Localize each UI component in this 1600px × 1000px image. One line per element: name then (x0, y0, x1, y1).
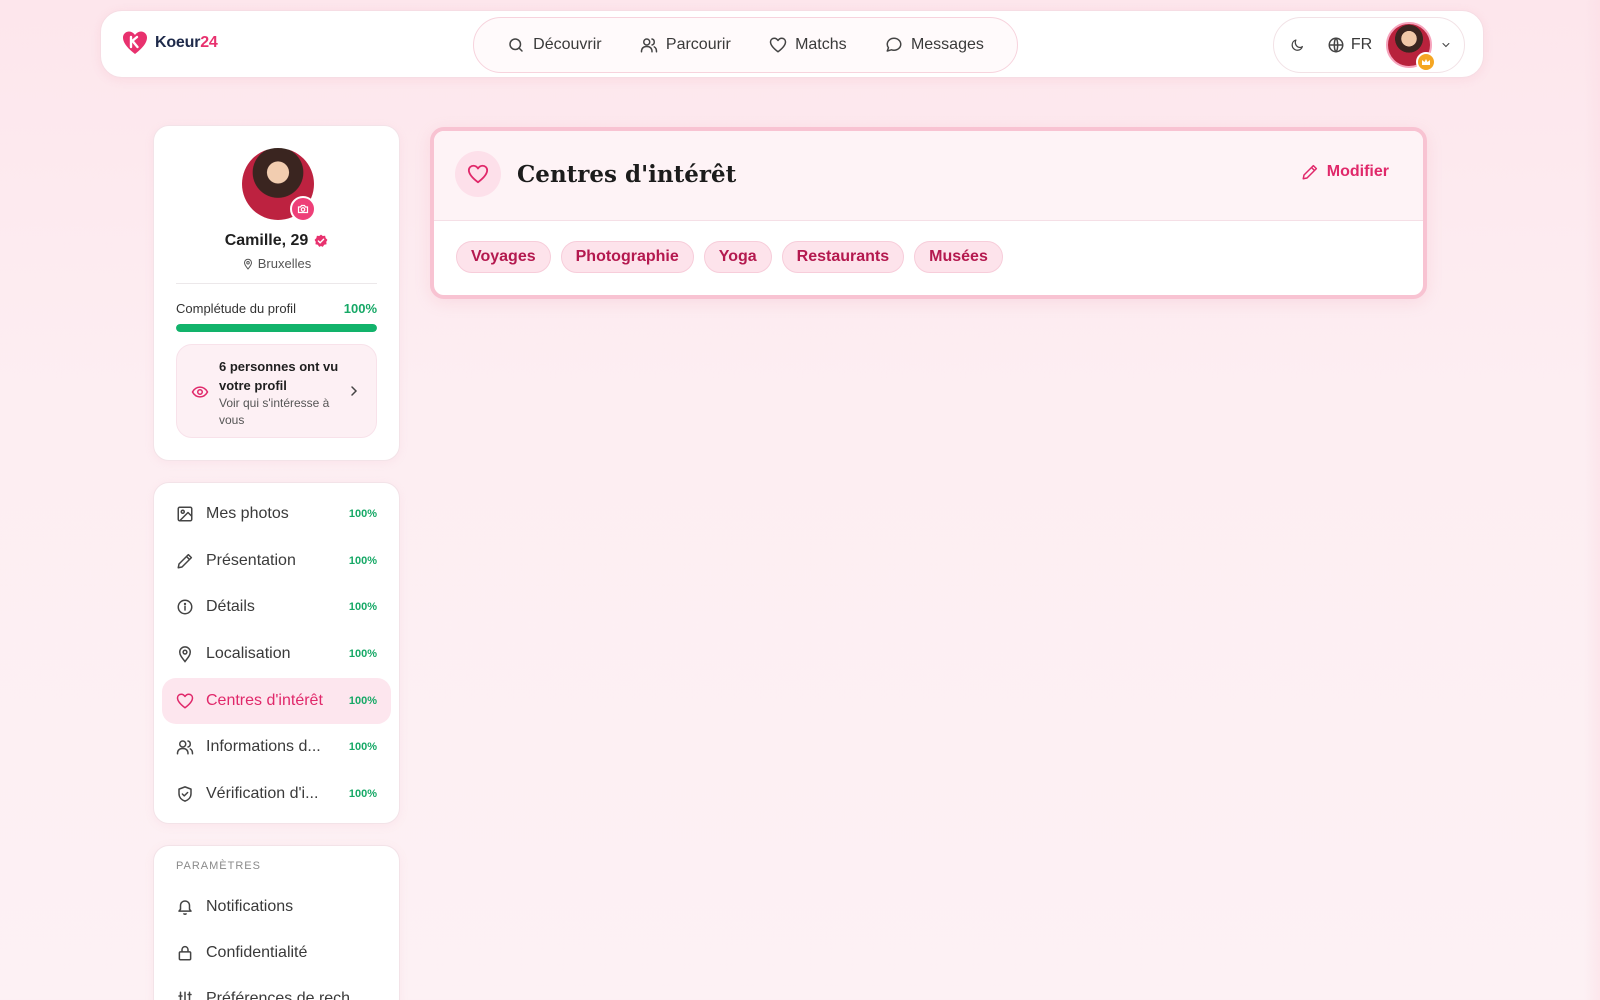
menu-item-localisation[interactable]: Localisation 100% (162, 631, 391, 677)
image-icon (177, 506, 193, 522)
camera-icon (297, 204, 309, 214)
top-header: Koeur24 Découvrir Parcourir Matchs Messa… (100, 10, 1484, 78)
interest-tag[interactable]: Yoga (703, 241, 772, 273)
nav-messages[interactable]: Messages (877, 30, 992, 60)
page-edge (1584, 0, 1600, 1000)
interest-tag[interactable]: Musées (914, 241, 1003, 273)
nav-parcourir[interactable]: Parcourir (632, 30, 739, 60)
main-nav: Découvrir Parcourir Matchs Messages (473, 17, 1018, 73)
pencil-icon (177, 553, 193, 569)
interests-icon-badge (455, 151, 501, 197)
nav-decouvrir[interactable]: Découvrir (499, 30, 609, 60)
interest-tags: Voyages Photographie Yoga Restaurants Mu… (456, 241, 1003, 273)
completion-progress-bar (176, 324, 377, 332)
shield-icon (178, 786, 192, 802)
pin-icon (243, 258, 252, 270)
settings-item-search-preferences[interactable]: Préférences de rech... (162, 976, 391, 1000)
interests-panel: Centres d'intérêt Modifier Voyages Photo… (430, 127, 1427, 299)
menu-item-verification[interactable]: Vérification d'i... 100% (162, 771, 391, 817)
menu-item-presentation[interactable]: Présentation 100% (162, 538, 391, 584)
menu-item-interests[interactable]: Centres d'intérêt 100% (162, 677, 391, 724)
info-icon (177, 599, 193, 615)
completion-value: 100% (343, 301, 377, 316)
search-icon (509, 38, 523, 52)
logo[interactable]: Koeur24 (121, 29, 218, 57)
menu-item-photos[interactable]: Mes photos 100% (162, 491, 391, 537)
heart-icon (176, 693, 194, 709)
profile-views-card[interactable]: 6 personnes ont vu votre profil Voir qui… (176, 344, 377, 438)
heart-icon (769, 37, 787, 53)
pin-icon (178, 646, 192, 663)
settings-item-privacy[interactable]: Confidentialité (162, 930, 391, 976)
interest-tag[interactable]: Voyages (456, 241, 551, 273)
completion-progress-fill (176, 324, 377, 332)
brand-name: Koeur24 (155, 34, 218, 51)
profile-card: Camille, 29 Bruxelles Complétude du prof… (153, 125, 400, 461)
completion-label: Complétude du profil (176, 301, 296, 316)
user-controls: FR (1273, 17, 1465, 73)
interest-tag[interactable]: Photographie (560, 241, 694, 273)
profile-sections-menu: Mes photos 100% Présentation 100% Détail… (153, 482, 400, 824)
interest-tag[interactable]: Restaurants (781, 241, 905, 273)
menu-item-details[interactable]: Détails 100% (162, 584, 391, 630)
users-icon (176, 740, 194, 755)
chat-icon (886, 37, 902, 52)
edit-interests-button[interactable]: Modifier (1301, 163, 1389, 181)
menu-item-information[interactable]: Informations d... 100% (162, 724, 391, 770)
nav-matchs[interactable]: Matchs (761, 30, 855, 60)
profile-name: Camille, 29 (154, 232, 399, 250)
crown-icon (1422, 59, 1431, 65)
language-selector[interactable]: FR (1327, 36, 1372, 54)
user-avatar-button[interactable] (1386, 22, 1437, 72)
settings-title: PARAMÈTRES (176, 860, 261, 872)
sliders-icon (178, 991, 192, 1000)
chevron-down-icon[interactable] (1440, 37, 1452, 53)
chevron-right-icon (351, 386, 358, 396)
settings-card: PARAMÈTRES Notifications Confidentialité… (153, 845, 400, 1000)
verified-badge-icon (314, 234, 328, 247)
crown-badge (1416, 52, 1437, 72)
globe-icon (1328, 37, 1344, 53)
users-icon (640, 38, 658, 53)
panel-title: Centres d'intérêt (517, 161, 737, 188)
settings-item-notifications[interactable]: Notifications (162, 884, 391, 930)
views-subtitle: Voir qui s'intéresse à vous (219, 396, 330, 427)
divider (176, 283, 377, 284)
lock-icon (178, 945, 192, 961)
moon-icon[interactable] (1290, 35, 1305, 55)
views-title: 6 personnes ont vu votre profil (219, 359, 339, 393)
heart-logo-icon (123, 31, 147, 54)
bell-icon (178, 900, 192, 916)
change-photo-button[interactable] (290, 196, 316, 222)
interests-panel-header: Centres d'intérêt Modifier (434, 131, 1423, 221)
eye-icon (191, 386, 209, 398)
heart-icon (467, 164, 489, 184)
pencil-icon (1302, 164, 1317, 180)
profile-location: Bruxelles (154, 256, 399, 271)
